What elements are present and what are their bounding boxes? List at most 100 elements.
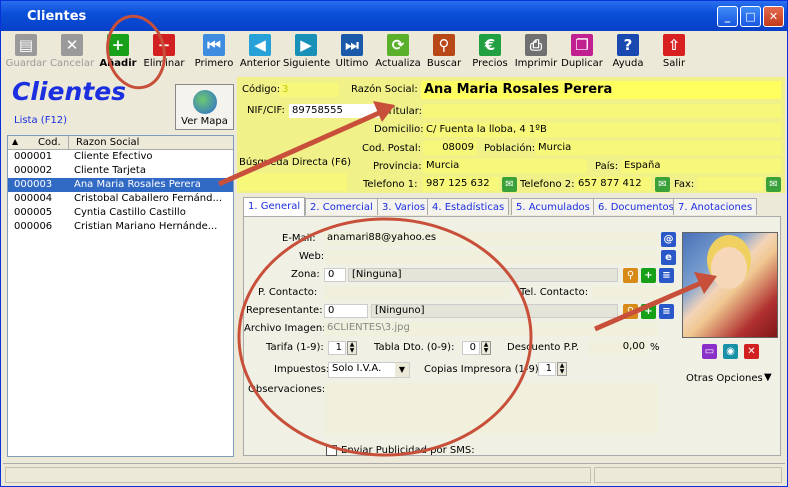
zona-add-icon[interactable]: + bbox=[641, 268, 656, 283]
codigo-field[interactable]: 3 bbox=[279, 83, 339, 97]
maximize-button[interactable]: □ bbox=[740, 6, 761, 27]
tab-6[interactable]: 6. Documentos bbox=[593, 198, 679, 215]
zona-label: Zona: bbox=[291, 269, 320, 280]
añadir-button[interactable]: + Añadir bbox=[95, 33, 141, 73]
list-item[interactable]: 000001 Cliente Efectivo bbox=[8, 150, 233, 164]
sms-fax-icon[interactable]: ✉ bbox=[766, 177, 781, 192]
zona-search-icon[interactable]: ⚲ bbox=[623, 268, 638, 283]
pais-label: País: bbox=[595, 161, 619, 172]
ultimo-button[interactable]: ⏭ Ultimo bbox=[329, 33, 375, 73]
minimize-button[interactable]: _ bbox=[717, 6, 738, 27]
tel-contacto-field[interactable] bbox=[592, 286, 676, 300]
primero-button[interactable]: ⏮ Primero bbox=[191, 33, 237, 73]
sms-tel1-icon[interactable]: ✉ bbox=[502, 177, 517, 192]
direct-search-field[interactable] bbox=[237, 173, 347, 191]
representante-label: Representante: bbox=[246, 305, 323, 316]
copias-spinner[interactable]: ▲ ▼ bbox=[557, 362, 567, 376]
imagen-field[interactable]: 6CLIENTES\3.jpg bbox=[324, 322, 658, 336]
general-panel: E-Mail: anamari88@yahoo.es @ Web: e Zona… bbox=[243, 216, 781, 456]
contacto-field[interactable] bbox=[324, 286, 510, 300]
zona-list-icon[interactable]: ≡ bbox=[659, 268, 674, 283]
titular-field[interactable] bbox=[423, 104, 781, 118]
cp-field[interactable]: 08009 bbox=[423, 141, 477, 155]
domicilio-field[interactable]: C/ Fuenta la lloba, 4 1ºB bbox=[423, 123, 781, 137]
tabla-field[interactable]: 0 bbox=[462, 341, 480, 355]
client-code: 000002 bbox=[14, 165, 53, 176]
web-open-icon[interactable]: e bbox=[661, 250, 676, 265]
nif-label: NIF/CIF: bbox=[247, 105, 285, 116]
photo-folder-icon[interactable]: ▭ bbox=[702, 344, 717, 359]
toolbar-label: Guardar bbox=[5, 58, 47, 69]
list-item[interactable]: 000003 Ana Maria Rosales Perera bbox=[8, 178, 233, 192]
tab-3[interactable]: 3. Varios bbox=[377, 198, 431, 215]
imprimir-button[interactable]: ⎙ Imprimir bbox=[513, 33, 559, 73]
sms-tel2-icon[interactable]: ✉ bbox=[655, 177, 670, 192]
ayuda-button[interactable]: ? Ayuda bbox=[605, 33, 651, 73]
cancelar-button[interactable]: ✕ Cancelar bbox=[49, 33, 95, 73]
descuento-field[interactable]: 0,00 bbox=[588, 341, 648, 355]
tel1-field[interactable]: 987 125 632 bbox=[423, 177, 499, 191]
tarifa-field[interactable]: 1 bbox=[328, 341, 346, 355]
caret-down-icon[interactable]: ▼ bbox=[764, 372, 772, 383]
guardar-button[interactable]: ▤ Guardar bbox=[3, 33, 49, 73]
eliminar-button[interactable]: − Eliminar bbox=[141, 33, 187, 73]
list-item[interactable]: 000002 Cliente Tarjeta bbox=[8, 164, 233, 178]
direct-search-label[interactable]: Búsqueda Directa (F6) bbox=[239, 157, 351, 168]
photo-delete-icon[interactable]: ✕ bbox=[744, 344, 759, 359]
rep-search-icon[interactable]: ⚲ bbox=[623, 304, 638, 319]
email-send-icon[interactable]: @ bbox=[661, 232, 676, 247]
column-name[interactable]: Razon Social bbox=[76, 137, 139, 148]
view-map-button[interactable]: Ver Mapa bbox=[175, 84, 234, 130]
actualiza-button[interactable]: ⟳ Actualiza bbox=[375, 33, 421, 73]
fax-field[interactable] bbox=[697, 177, 763, 191]
zona-code-field[interactable]: 0 bbox=[324, 268, 346, 282]
web-field[interactable] bbox=[324, 250, 658, 264]
column-code[interactable]: Cod. bbox=[38, 137, 61, 148]
anterior-button[interactable]: ◀ Anterior bbox=[237, 33, 283, 73]
tarifa-spinner[interactable]: ▲ ▼ bbox=[347, 341, 357, 355]
buscar-button[interactable]: ⚲ Buscar bbox=[421, 33, 467, 73]
list-item[interactable]: 000005 Cyntia Castillo Castillo bbox=[8, 206, 233, 220]
provincia-field[interactable]: Murcia bbox=[423, 159, 587, 173]
tab-7[interactable]: 7. Anotaciones bbox=[673, 198, 758, 215]
tabla-label: Tabla Dto. (0-9): bbox=[374, 342, 455, 353]
list-item[interactable]: 000004 Cristobal Caballero Fernánd... bbox=[8, 192, 233, 206]
toolbar-label: Siguiente bbox=[283, 58, 331, 69]
tab-5[interactable]: 5. Acumulados bbox=[511, 198, 595, 215]
client-code: 000006 bbox=[14, 221, 53, 232]
email-field[interactable]: anamari88@yahoo.es bbox=[324, 232, 658, 246]
siguiente-button[interactable]: ▶ Siguiente bbox=[283, 33, 331, 73]
observaciones-field[interactable] bbox=[324, 383, 658, 435]
sms-checkbox[interactable] bbox=[326, 445, 337, 456]
razon-field[interactable]: Ana Maria Rosales Perera bbox=[421, 81, 781, 99]
titular-label: Titular: bbox=[387, 106, 423, 117]
photo-view-icon[interactable]: ◉ bbox=[723, 344, 738, 359]
tab-1[interactable]: 1. General bbox=[243, 197, 306, 216]
otras-opciones[interactable]: Otras Opciones bbox=[686, 373, 763, 384]
pais-field[interactable]: España bbox=[621, 159, 781, 173]
copias-field[interactable]: 1 bbox=[538, 362, 556, 376]
rep-add-icon[interactable]: + bbox=[641, 304, 656, 319]
client-name: Cristian Mariano Hernánde... bbox=[74, 221, 218, 232]
close-button[interactable]: ✕ bbox=[763, 6, 784, 27]
duplicar-button[interactable]: ❐ Duplicar bbox=[559, 33, 605, 73]
tab-4[interactable]: 4. Estadísticas bbox=[427, 198, 510, 215]
precios-button[interactable]: € Precios bbox=[467, 33, 513, 73]
tel2-field[interactable]: 657 877 412 bbox=[575, 177, 651, 191]
first-icon: ⏮ bbox=[203, 34, 225, 56]
rep-name-field: [Ninguno] bbox=[371, 304, 618, 318]
nif-field[interactable]: 89758555 bbox=[289, 104, 379, 118]
tab-2[interactable]: 2. Comercial bbox=[305, 198, 378, 215]
previous-icon: ◀ bbox=[249, 34, 271, 56]
toolbar-label: Cancelar bbox=[49, 58, 95, 69]
left-pane: Clientes Ver Mapa Lista (F12) ▲ Cod. Raz… bbox=[4, 73, 234, 459]
exit-icon: ⇧ bbox=[663, 34, 685, 56]
poblacion-field[interactable]: Murcia bbox=[535, 141, 781, 155]
impuestos-select[interactable]: Solo I.V.A. ▼ bbox=[328, 362, 410, 378]
rep-list-icon[interactable]: ≡ bbox=[659, 304, 674, 319]
salir-button[interactable]: ⇧ Salir bbox=[651, 33, 697, 73]
rep-code-field[interactable]: 0 bbox=[324, 304, 368, 318]
client-list[interactable]: ▲ Cod. Razon Social 000001 Cliente Efecti… bbox=[7, 135, 234, 457]
list-item[interactable]: 000006 Cristian Mariano Hernánde... bbox=[8, 220, 233, 234]
tabla-spinner[interactable]: ▲ ▼ bbox=[481, 341, 491, 355]
